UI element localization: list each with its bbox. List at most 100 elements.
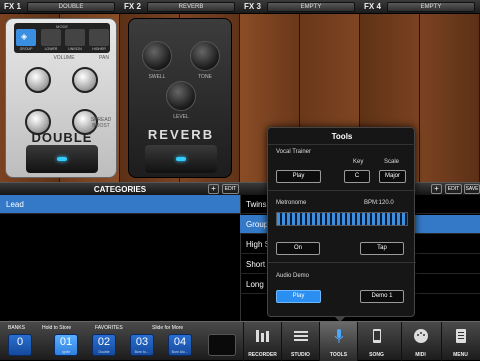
fx-slot-name[interactable]: EMPTY: [387, 2, 475, 12]
key-select[interactable]: C: [344, 170, 370, 183]
favorite-name: Ignite: [61, 350, 71, 354]
favorite-slot[interactable]: 03 Born to…: [130, 334, 154, 356]
tab-label: RECORDER: [248, 352, 277, 358]
knob-label: BOOST: [92, 123, 110, 129]
favorite-slot[interactable]: 02 Double: [92, 334, 116, 356]
tab-label: TOOLS: [329, 352, 348, 358]
favorite-number: 02: [97, 336, 111, 348]
favorite-number: 04: [173, 336, 187, 348]
fx-slot-label: FX 2: [124, 2, 141, 11]
midi-icon: [414, 329, 428, 343]
slide-for-more-label: Slide for More: [152, 325, 184, 331]
fx-slot-3[interactable]: FX 3 EMPTY: [240, 0, 360, 14]
fx-slot-4[interactable]: FX 4 EMPTY: [360, 0, 480, 14]
favorite-number: 01: [59, 336, 73, 348]
edit-categories-button[interactable]: EDIT: [222, 184, 239, 194]
bpm-readout: BPM:120.0: [364, 200, 394, 206]
favorite-name: Born to…: [134, 350, 150, 354]
favorite-name: Born Alo…: [171, 350, 189, 354]
audio-demo-play-button[interactable]: Play: [276, 290, 321, 303]
metronome-meter: [276, 212, 408, 226]
mode-higher-button[interactable]: [89, 29, 109, 46]
fx-slot-label: FX 3: [244, 2, 261, 11]
bottom-toolbar: BANKS 0 Hold to Store FAVORITES Slide fo…: [0, 321, 480, 361]
favorites-label: FAVORITES: [95, 325, 123, 331]
fx-slot-name[interactable]: DOUBLE: [27, 2, 115, 12]
recorder-icon: [256, 330, 269, 342]
vocal-trainer-play-button[interactable]: Play: [276, 170, 321, 183]
tab-recorder[interactable]: RECORDER: [243, 322, 281, 361]
mode-selector: MODE ◈ GROUP LOWER UNISON HIGHER: [14, 23, 110, 53]
mode-unison-button[interactable]: [65, 29, 85, 46]
knob-label: LEVEL: [173, 114, 189, 120]
mode-name: GROUP: [19, 47, 33, 51]
knob-label: SWELL: [148, 74, 166, 80]
double-pedal[interactable]: MODE ◈ GROUP LOWER UNISON HIGHER VOLUME …: [5, 18, 117, 178]
metronome-on-button[interactable]: On: [276, 242, 320, 255]
knob-label: VOLUME: [53, 55, 75, 61]
empty-favorite-slot[interactable]: [208, 334, 236, 356]
favorite-slot[interactable]: 04 Born Alo…: [168, 334, 192, 356]
mode-name: HIGHER: [92, 47, 106, 51]
tab-label: MIDI: [415, 352, 426, 358]
fx-slot-name[interactable]: REVERB: [147, 2, 235, 12]
fx-slot-2[interactable]: FX 2 REVERB: [120, 0, 240, 14]
pan-knob[interactable]: [72, 67, 98, 93]
level-knob[interactable]: [166, 81, 196, 111]
fx-slot-name[interactable]: EMPTY: [267, 2, 355, 12]
mode-lower-button[interactable]: [41, 29, 61, 46]
tab-song[interactable]: SONG: [357, 322, 395, 361]
tab-studio[interactable]: STUDIO: [281, 322, 319, 361]
add-category-button[interactable]: +: [208, 184, 219, 194]
categories-title: CATEGORIES: [93, 185, 147, 194]
banks-label: BANKS: [8, 325, 25, 331]
bank-selector[interactable]: 0: [8, 334, 32, 356]
favorite-name: Double: [98, 350, 110, 354]
volume-knob[interactable]: [25, 67, 51, 93]
studio-icon: [294, 331, 308, 341]
phone-icon: [373, 329, 381, 343]
add-preset-button[interactable]: +: [431, 184, 442, 194]
tab-midi[interactable]: MIDI: [401, 322, 439, 361]
reverb-pedal[interactable]: SWELL TONE LEVEL REVERB: [128, 18, 232, 178]
mode-name: UNISON: [68, 47, 82, 51]
favorite-slot[interactable]: 01 Ignite: [54, 334, 78, 356]
fx-slot-label: FX 4: [364, 2, 381, 11]
scale-label: Scale: [384, 159, 400, 165]
audio-demo-label: Audio Demo: [276, 273, 310, 279]
pedal-name: DOUBLE: [31, 130, 93, 145]
tab-tools[interactable]: TOOLS: [319, 322, 357, 361]
key-label: Key: [353, 159, 364, 165]
tab-label: SONG: [369, 352, 384, 358]
vocal-trainer-label: Vocal Trainer: [276, 149, 312, 155]
scale-select[interactable]: Major: [379, 170, 406, 183]
mode-group-button[interactable]: ◈: [16, 29, 36, 46]
fx-slot-label: FX 1: [4, 2, 21, 11]
save-preset-button[interactable]: SAVE: [464, 184, 480, 194]
pedal-name: REVERB: [147, 127, 215, 142]
tab-menu[interactable]: MENU: [441, 322, 479, 361]
fx-slot-bar: FX 1 DOUBLE FX 2 REVERB FX 3 EMPTY FX 4 …: [0, 0, 480, 14]
fx-slot-1[interactable]: FX 1 DOUBLE: [0, 0, 120, 14]
metronome-label: Metronome: [276, 200, 307, 206]
divider: [268, 190, 416, 191]
menu-icon: [456, 329, 466, 343]
divider: [268, 262, 416, 263]
tab-label: STUDIO: [291, 352, 310, 358]
edit-presets-button[interactable]: EDIT: [445, 184, 462, 194]
divider: [268, 144, 416, 145]
tone-knob[interactable]: [190, 41, 220, 71]
swell-knob[interactable]: [142, 41, 172, 71]
mode-name: LOWER: [44, 47, 58, 51]
tools-popup: Tools Vocal Trainer Key Scale Play C Maj…: [267, 127, 416, 317]
tools-title: Tools: [331, 132, 353, 141]
active-led: [57, 157, 67, 161]
double-footswitch[interactable]: [26, 145, 98, 173]
metronome-tap-button[interactable]: Tap: [360, 242, 404, 255]
microphone-icon: [334, 329, 344, 343]
favorite-number: 03: [135, 336, 149, 348]
wood-plank: [420, 14, 480, 182]
demo-select[interactable]: Demo 1: [360, 290, 404, 303]
category-item-lead[interactable]: Lead: [0, 195, 240, 214]
reverb-footswitch[interactable]: [145, 145, 217, 173]
